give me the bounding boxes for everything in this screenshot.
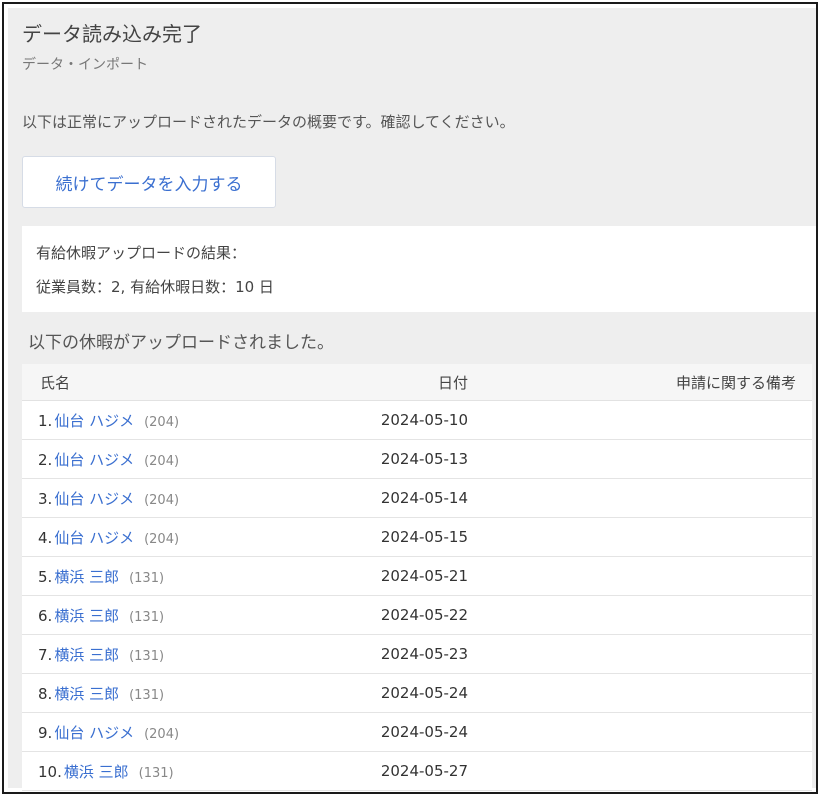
employee-id: (204) xyxy=(144,726,180,742)
name-cell: 5. 横浜 三郎 (131) xyxy=(22,556,308,596)
note-cell xyxy=(470,478,812,518)
employee-id: (131) xyxy=(138,765,174,781)
employee-id: (204) xyxy=(144,414,180,430)
table-row: 4. 仙台 ハジメ (204) 2024-05-15 xyxy=(22,517,812,557)
name-cell: 2. 仙台 ハジメ (204) xyxy=(22,439,308,479)
row-index: 4. xyxy=(38,528,53,547)
summary-counts: 従業員数：2, 有給休暇日数：10 日 xyxy=(36,278,274,296)
table-row: 5. 横浜 三郎 (131) 2024-05-21 xyxy=(22,556,812,596)
leave-table: 氏名 日付 申請に関する備考 1. 仙台 ハジメ (204) 2024-05-10 2.… xyxy=(22,364,812,791)
name-cell: 6. 横浜 三郎 (131) xyxy=(22,595,308,635)
note-cell xyxy=(470,634,812,674)
date-cell: 2024-05-24 xyxy=(308,673,470,713)
employee-id: (131) xyxy=(129,687,165,703)
table-row: 9. 仙台 ハジメ (204) 2024-05-24 xyxy=(22,712,812,752)
note-cell xyxy=(470,439,812,479)
column-header-name: 氏名 xyxy=(22,364,308,401)
window-frame: データ読み込み完了 データ・インポート 以下は正常にアップロードされたデータの概… xyxy=(2,2,818,794)
row-index: 2. xyxy=(38,450,53,469)
employee-name-link[interactable]: 仙台 ハジメ xyxy=(54,451,134,469)
row-index: 7. xyxy=(38,645,53,664)
date-cell: 2024-05-27 xyxy=(308,751,470,791)
note-cell xyxy=(470,712,812,752)
table-row: 6. 横浜 三郎 (131) 2024-05-22 xyxy=(22,595,812,635)
row-index: 5. xyxy=(38,567,53,586)
employee-name-link[interactable]: 横浜 三郎 xyxy=(54,607,119,625)
note-cell xyxy=(470,556,812,596)
name-cell: 10. 横浜 三郎 (131) xyxy=(22,751,308,791)
employee-name-link[interactable]: 仙台 ハジメ xyxy=(54,412,134,430)
date-cell: 2024-05-13 xyxy=(308,439,470,479)
row-index: 1. xyxy=(38,411,53,430)
row-index: 9. xyxy=(38,723,53,742)
employee-name-link[interactable]: 仙台 ハジメ xyxy=(54,490,134,508)
table-row: 8. 横浜 三郎 (131) 2024-05-24 xyxy=(22,673,812,713)
table-body: 1. 仙台 ハジメ (204) 2024-05-10 2. 仙台 ハジメ (204) 2024… xyxy=(22,400,812,791)
date-cell: 2024-05-15 xyxy=(308,517,470,557)
name-cell: 7. 横浜 三郎 (131) xyxy=(22,634,308,674)
row-index: 6. xyxy=(38,606,53,625)
name-cell: 4. 仙台 ハジメ (204) xyxy=(22,517,308,557)
name-cell: 9. 仙台 ハジメ (204) xyxy=(22,712,308,752)
note-cell xyxy=(470,595,812,635)
employee-id: (204) xyxy=(144,453,180,469)
employee-name-link[interactable]: 横浜 三郎 xyxy=(64,763,129,781)
table-row: 10. 横浜 三郎 (131) 2024-05-27 xyxy=(22,751,812,791)
employee-id: (131) xyxy=(129,648,165,664)
employee-name-link[interactable]: 横浜 三郎 xyxy=(54,646,119,664)
name-cell: 1. 仙台 ハジメ (204) xyxy=(22,400,308,440)
table-row: 3. 仙台 ハジメ (204) 2024-05-14 xyxy=(22,478,812,518)
section-title: 以下の休暇がアップロードされました。 xyxy=(28,333,334,353)
name-cell: 3. 仙台 ハジメ (204) xyxy=(22,478,308,518)
page-subtitle: データ・インポート xyxy=(22,57,148,73)
note-cell xyxy=(470,751,812,791)
name-cell: 8. 横浜 三郎 (131) xyxy=(22,673,308,713)
row-index: 8. xyxy=(38,684,53,703)
note-cell xyxy=(470,673,812,713)
summary-heading: 有給休暇アップロードの結果： xyxy=(36,244,247,262)
employee-name-link[interactable]: 横浜 三郎 xyxy=(54,685,119,703)
row-index: 3. xyxy=(38,489,53,508)
employee-id: (131) xyxy=(129,609,165,625)
row-index: 10. xyxy=(38,762,62,781)
date-cell: 2024-05-22 xyxy=(308,595,470,635)
employee-id: (204) xyxy=(144,531,180,547)
employee-name-link[interactable]: 仙台 ハジメ xyxy=(54,529,134,547)
note-cell xyxy=(470,517,812,557)
page-title: データ読み込み完了 xyxy=(22,22,202,46)
note-cell xyxy=(470,400,812,440)
date-cell: 2024-05-21 xyxy=(308,556,470,596)
employee-id: (204) xyxy=(144,492,180,508)
date-cell: 2024-05-24 xyxy=(308,712,470,752)
table-row: 7. 横浜 三郎 (131) 2024-05-23 xyxy=(22,634,812,674)
employee-id: (131) xyxy=(129,570,165,586)
employee-name-link[interactable]: 仙台 ハジメ xyxy=(54,724,134,742)
table-row: 2. 仙台 ハジメ (204) 2024-05-13 xyxy=(22,439,812,479)
column-header-date: 日付 xyxy=(308,364,470,401)
date-cell: 2024-05-14 xyxy=(308,478,470,518)
intro-text: 以下は正常にアップロードされたデータの概要です。確認してください。 xyxy=(22,113,515,131)
employee-name-link[interactable]: 横浜 三郎 xyxy=(54,568,119,586)
summary-box: 有給休暇アップロードの結果： 従業員数：2, 有給休暇日数：10 日 xyxy=(22,226,816,312)
column-header-note: 申請に関する備考 xyxy=(470,364,812,401)
continue-input-button[interactable]: 続けてデータを入力する xyxy=(22,156,276,208)
table-header-row: 氏名 日付 申請に関する備考 xyxy=(22,364,812,401)
date-cell: 2024-05-23 xyxy=(308,634,470,674)
table-row: 1. 仙台 ハジメ (204) 2024-05-10 xyxy=(22,400,812,440)
date-cell: 2024-05-10 xyxy=(308,400,470,440)
